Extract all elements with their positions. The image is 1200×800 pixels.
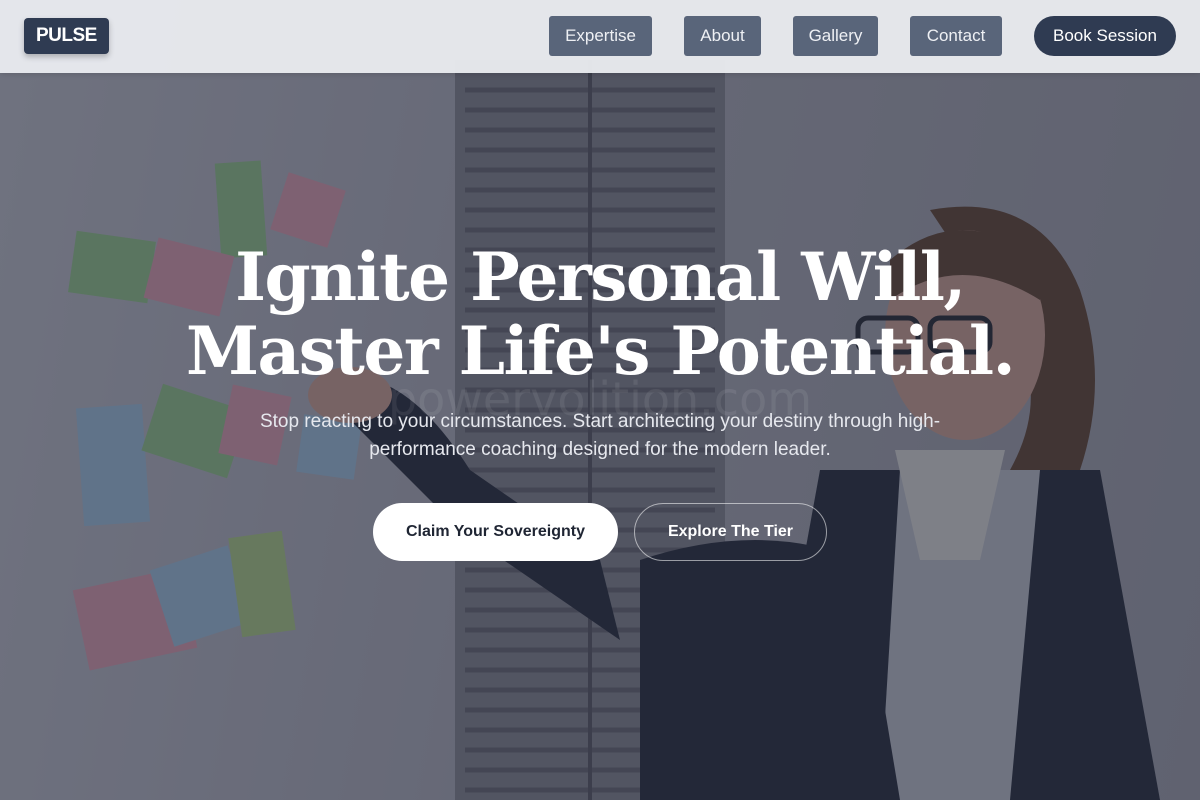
hero-title: Ignite Personal Will, Master Life's Pote… [100, 240, 1100, 388]
claim-sovereignty-button[interactable]: Claim Your Sovereignty [373, 503, 618, 561]
nav-link-gallery[interactable]: Gallery [793, 16, 878, 56]
nav-link-expertise[interactable]: Expertise [549, 16, 652, 56]
nav-link-contact[interactable]: Contact [910, 16, 1002, 56]
hero-subtitle: Stop reacting to your circumstances. Sta… [259, 411, 941, 460]
nav-link-about[interactable]: About [684, 16, 761, 56]
hero-title-line-2: Master Life's Potential. [185, 312, 1016, 390]
brand-logo[interactable]: PULSE [24, 18, 109, 54]
hero-title-line-1: Ignite Personal Will, [235, 238, 966, 316]
explore-tier-button[interactable]: Explore The Tier [634, 503, 827, 561]
book-session-button[interactable]: Book Session [1034, 16, 1176, 56]
top-navbar: PULSE Expertise About Gallery Contact Bo… [0, 0, 1200, 73]
